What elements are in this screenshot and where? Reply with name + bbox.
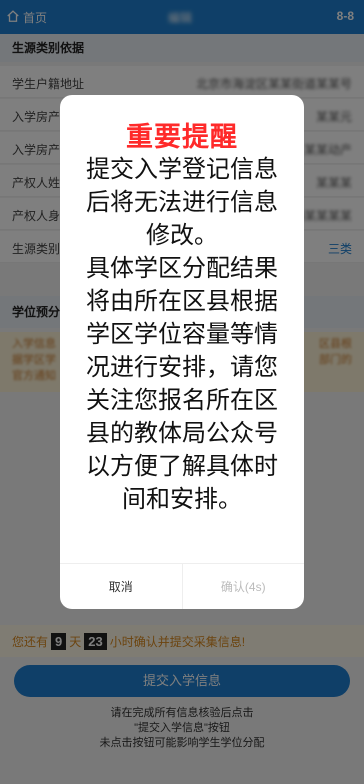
dialog-title: 重要提醒 [126, 122, 238, 152]
cancel-button[interactable]: 取消 [60, 564, 183, 609]
confirm-button[interactable]: 确认(4s) [183, 564, 305, 609]
dialog-body: 提交入学登记信息后将无法进行信息修改。 具体学区分配结果将由所在区县根据学区学位… [78, 153, 286, 516]
dialog-actions: 取消 确认(4s) [60, 563, 304, 609]
important-reminder-dialog: 重要提醒 提交入学登记信息后将无法进行信息修改。 具体学区分配结果将由所在区县根… [60, 95, 304, 609]
dialog-paragraph-1: 提交入学登记信息后将无法进行信息修改。 [86, 156, 278, 249]
dialog-paragraph-2: 具体学区分配结果将由所在区县根据学区学位容量等情况进行安排，请您关注您报名所在区… [86, 255, 278, 513]
